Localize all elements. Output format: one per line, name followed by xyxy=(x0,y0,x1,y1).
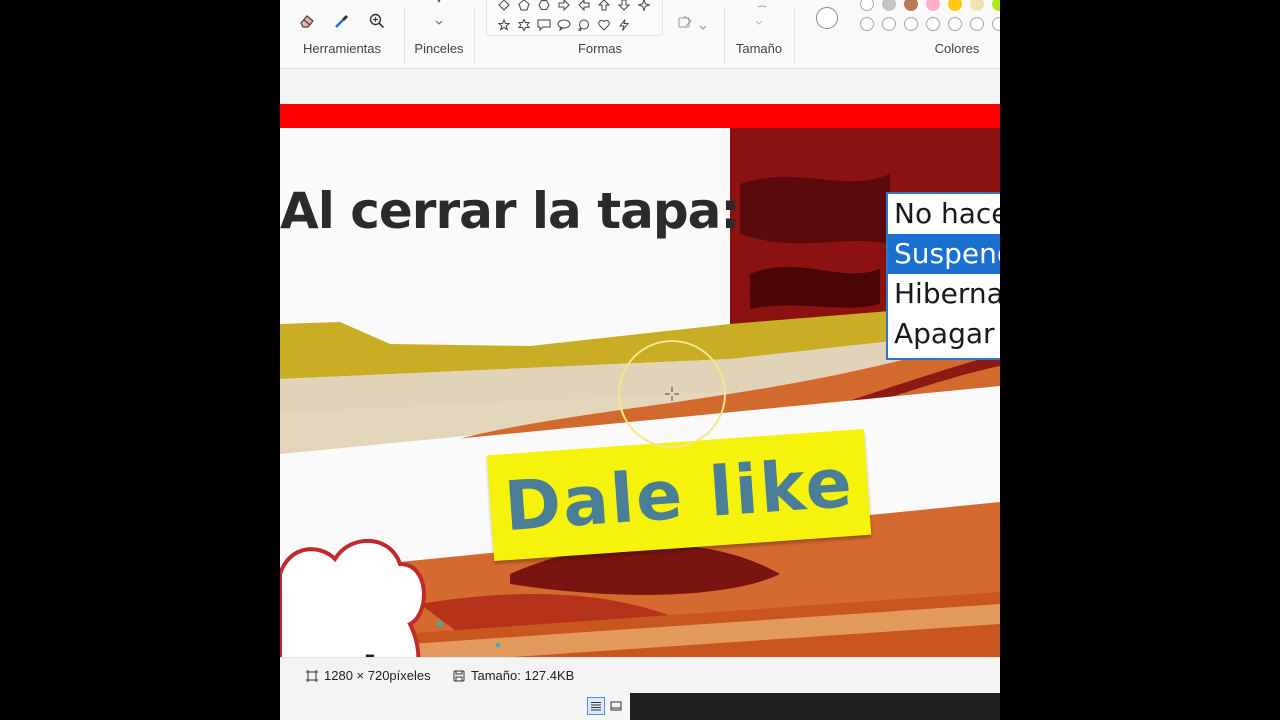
eraser-icon[interactable] xyxy=(296,10,318,32)
arrow-down-shape-icon[interactable] xyxy=(617,0,631,12)
shapes-gallery[interactable] xyxy=(486,0,663,36)
callout-rect-shape-icon[interactable] xyxy=(537,18,551,32)
tools-group: Herramientas xyxy=(280,0,404,68)
dropdown-option: Apagar xyxy=(894,317,995,350)
palette-swatch[interactable] xyxy=(970,0,984,11)
dimensions-text: 1280 × 720píxeles xyxy=(324,668,431,683)
star-six-shape-icon[interactable] xyxy=(517,18,531,32)
palette-swatch-empty[interactable] xyxy=(992,17,1000,31)
dropdown-option: Hibernar xyxy=(894,277,1000,310)
fit-view-icon[interactable] xyxy=(607,697,625,715)
arrow-right-shape-icon[interactable] xyxy=(557,0,571,12)
pentagon-shape-icon[interactable] xyxy=(517,0,531,12)
palette-swatch[interactable] xyxy=(882,0,896,11)
paint-window: Herramientas Pinceles Formas Tamaño Colo… xyxy=(280,0,1000,720)
size-group[interactable]: Tamaño xyxy=(724,0,794,68)
brushes-label: Pinceles xyxy=(414,41,464,56)
canvas-area[interactable]: Al cerrar la tapa: No hacer Suspender Hi… xyxy=(280,69,1000,718)
palette-swatch-empty[interactable] xyxy=(948,17,962,31)
banner-text: Dale like xyxy=(501,443,857,547)
dimensions-status: 1280 × 720píxeles xyxy=(306,668,431,683)
lightning-shape-icon[interactable] xyxy=(617,18,631,32)
palette-swatch[interactable] xyxy=(948,0,962,11)
tools-label: Herramientas xyxy=(302,41,382,56)
dropdown-option: No hacer xyxy=(894,197,1000,230)
chevron-down-icon[interactable] xyxy=(699,18,707,36)
palette-swatch[interactable] xyxy=(904,0,918,11)
star-four-shape-icon[interactable] xyxy=(637,0,651,12)
power-action-dropdown: No hacer Suspender Hibernar Apagar xyxy=(886,192,1000,360)
palette-swatch[interactable] xyxy=(860,0,874,11)
arrow-up-shape-icon[interactable] xyxy=(597,0,611,12)
size-label: Tamaño xyxy=(735,41,783,56)
ribbon: Herramientas Pinceles Formas Tamaño Colo… xyxy=(280,0,1000,69)
colors-group: Colores xyxy=(794,0,1000,68)
star-five-shape-icon[interactable] xyxy=(497,18,511,32)
crosshair-cursor-icon xyxy=(665,387,679,401)
fill-icon[interactable] xyxy=(678,15,694,34)
heart-shape-icon[interactable] xyxy=(597,18,611,32)
diamond-shape-icon[interactable] xyxy=(497,0,511,12)
image-canvas[interactable]: Al cerrar la tapa: No hacer Suspender Hi… xyxy=(280,104,1000,718)
select-area-icon xyxy=(306,669,318,682)
palette-swatch-empty[interactable] xyxy=(904,17,918,31)
palette-swatch[interactable] xyxy=(992,0,1000,11)
secondary-color-swatch[interactable] xyxy=(816,7,838,29)
palette-swatch-empty[interactable] xyxy=(970,17,984,31)
list-view-icon[interactable] xyxy=(587,697,605,715)
file-size-status: Tamaño: 127.4KB xyxy=(453,668,574,683)
colors-label: Colores xyxy=(934,41,980,56)
brush-icon[interactable] xyxy=(433,0,445,14)
fill-style-group[interactable] xyxy=(668,0,724,68)
palette-swatch-empty[interactable] xyxy=(882,17,896,31)
bottom-strip xyxy=(280,693,1000,720)
palette-swatch-empty[interactable] xyxy=(860,17,874,31)
hexagon-shape-icon[interactable] xyxy=(537,0,551,12)
brushes-group[interactable]: Pinceles xyxy=(404,0,474,68)
file-size-text: Tamaño: 127.4KB xyxy=(471,668,575,683)
lid-label: Al cerrar la tapa: xyxy=(280,182,740,240)
dropdown-option-selected: Suspender xyxy=(888,234,1000,274)
color-picker-icon[interactable] xyxy=(331,10,353,32)
palette-swatch[interactable] xyxy=(926,0,940,11)
callout-oval-shape-icon[interactable] xyxy=(557,18,571,32)
chevron-down-icon[interactable] xyxy=(435,13,443,31)
chevron-down-icon[interactable] xyxy=(755,13,763,31)
palette-swatch-empty[interactable] xyxy=(926,17,940,31)
magnifier-icon[interactable] xyxy=(366,10,388,32)
callout-cloud-shape-icon[interactable] xyxy=(577,18,591,32)
status-bar: 1280 × 720píxeles Tamaño: 127.4KB xyxy=(280,657,1000,694)
save-icon xyxy=(453,670,465,681)
arrow-left-shape-icon[interactable] xyxy=(577,0,591,12)
bottom-strip-light xyxy=(280,693,630,720)
